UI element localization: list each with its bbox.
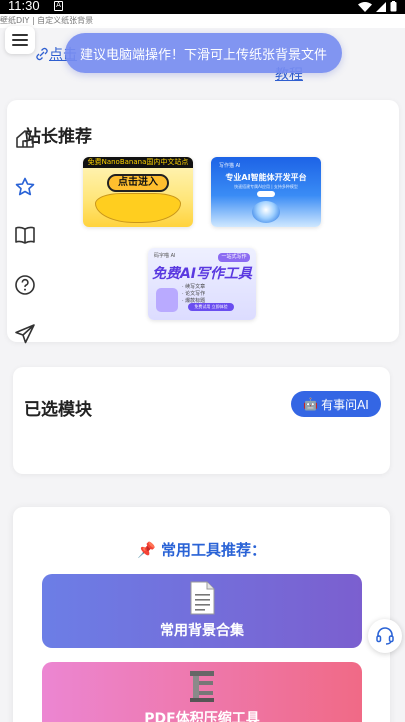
- notification-icon: A: [54, 1, 63, 11]
- banner-ai-writing-item: · 论文写作: [182, 291, 206, 297]
- tool-pdf-compress-label: PDF体积压缩工具: [144, 711, 260, 722]
- banner-ai-writing-list: · 续写文章 · 论文写作 · 爆款标题: [182, 284, 205, 305]
- banner-ai-platform-sub: 快速搭建专属AI应用 | 支持多种模型: [234, 184, 298, 189]
- breadcrumb: 壁纸DIY | 自定义纸张背景: [0, 16, 94, 25]
- menu-button[interactable]: [5, 26, 35, 54]
- tool-pdf-compress[interactable]: PDF体积压缩工具: [42, 662, 362, 722]
- signal-icon: [376, 1, 386, 12]
- hamburger-icon: [12, 34, 28, 46]
- status-time: 11:30: [8, 0, 40, 13]
- banner-ai-platform[interactable]: 写作猫 AI 专业AI智能体开发平台 快速搭建专属AI应用 | 支持多种模型: [211, 157, 321, 227]
- customer-support-button[interactable]: [368, 619, 402, 653]
- system-icons: [358, 1, 397, 12]
- banner-ai-writing-brand: 码字喵 AI: [154, 253, 176, 259]
- robot-illustration: [156, 288, 178, 312]
- home-icon: [16, 130, 34, 148]
- toast-message: 建议电脑端操作！下滑可上传纸张背景文件: [65, 33, 342, 73]
- side-nav-home[interactable]: [12, 126, 38, 152]
- orb-illustration: [252, 201, 280, 223]
- banner-ai-platform-title: 专业AI智能体开发平台: [225, 173, 307, 182]
- ask-ai-button[interactable]: 🤖 有事问AI: [291, 391, 381, 417]
- wifi-icon: [358, 1, 372, 12]
- status-bar: 11:30 A: [0, 0, 405, 14]
- page-header-strip: 壁纸DIY | 自定义纸张背景: [0, 14, 405, 28]
- send-icon: [15, 324, 35, 344]
- headset-icon: [376, 627, 394, 645]
- star-icon: [15, 177, 35, 196]
- document-icon: [190, 581, 215, 615]
- ask-ai-label: 有事问AI: [321, 397, 369, 412]
- robot-icon: 🤖: [303, 397, 319, 411]
- banner-nanobanana-cta: 点击进入: [107, 174, 169, 192]
- link-icon: [36, 47, 48, 61]
- clamp-icon: [190, 671, 214, 702]
- side-nav-guide[interactable]: [12, 222, 38, 248]
- side-nav-favorites[interactable]: [12, 174, 38, 200]
- side-nav-help[interactable]: [12, 272, 38, 298]
- tool-background-collection[interactable]: 常用背景合集: [42, 574, 362, 648]
- selected-modules-title: 已选模块: [24, 400, 92, 420]
- banner-ai-writing[interactable]: 码字喵 AI 一站式写作 免费AI写作工具 · 续写文章 · 论文写作 · 爆款…: [148, 248, 256, 320]
- book-icon: [15, 226, 35, 244]
- banner-ai-platform-btn: [257, 191, 275, 197]
- tools-card: 📌 常用工具推荐： 常用背景合集 PDF体积压缩工具: [13, 507, 390, 722]
- side-nav-send[interactable]: [12, 321, 38, 347]
- banner-ai-writing-btn: 免费试用 立即体验: [188, 303, 234, 311]
- banner-ai-writing-title: 免费AI写作工具: [151, 266, 253, 282]
- banner-ai-platform-brand: 写作猫 AI: [219, 163, 241, 169]
- help-icon: [15, 275, 35, 295]
- tools-title: 📌 常用工具推荐：: [137, 541, 266, 559]
- banner-nanobanana-tag: 免费NanoBanana国内中文站点: [83, 157, 193, 168]
- banner-nanobanana[interactable]: 免费NanoBanana国内中文站点 点击进入: [83, 157, 193, 227]
- tool-background-collection-label: 常用背景合集: [160, 623, 244, 639]
- banner-ai-writing-tag: 一站式写作: [218, 253, 250, 262]
- banana-illustration: [95, 193, 181, 223]
- selected-modules-card: 已选模块 🤖 有事问AI: [13, 367, 390, 474]
- toast-text: 建议电脑端操作！下滑可上传纸张背景文件: [79, 47, 327, 63]
- banner-ai-writing-item: · 续写文章: [182, 284, 206, 290]
- battery-icon: [390, 1, 397, 12]
